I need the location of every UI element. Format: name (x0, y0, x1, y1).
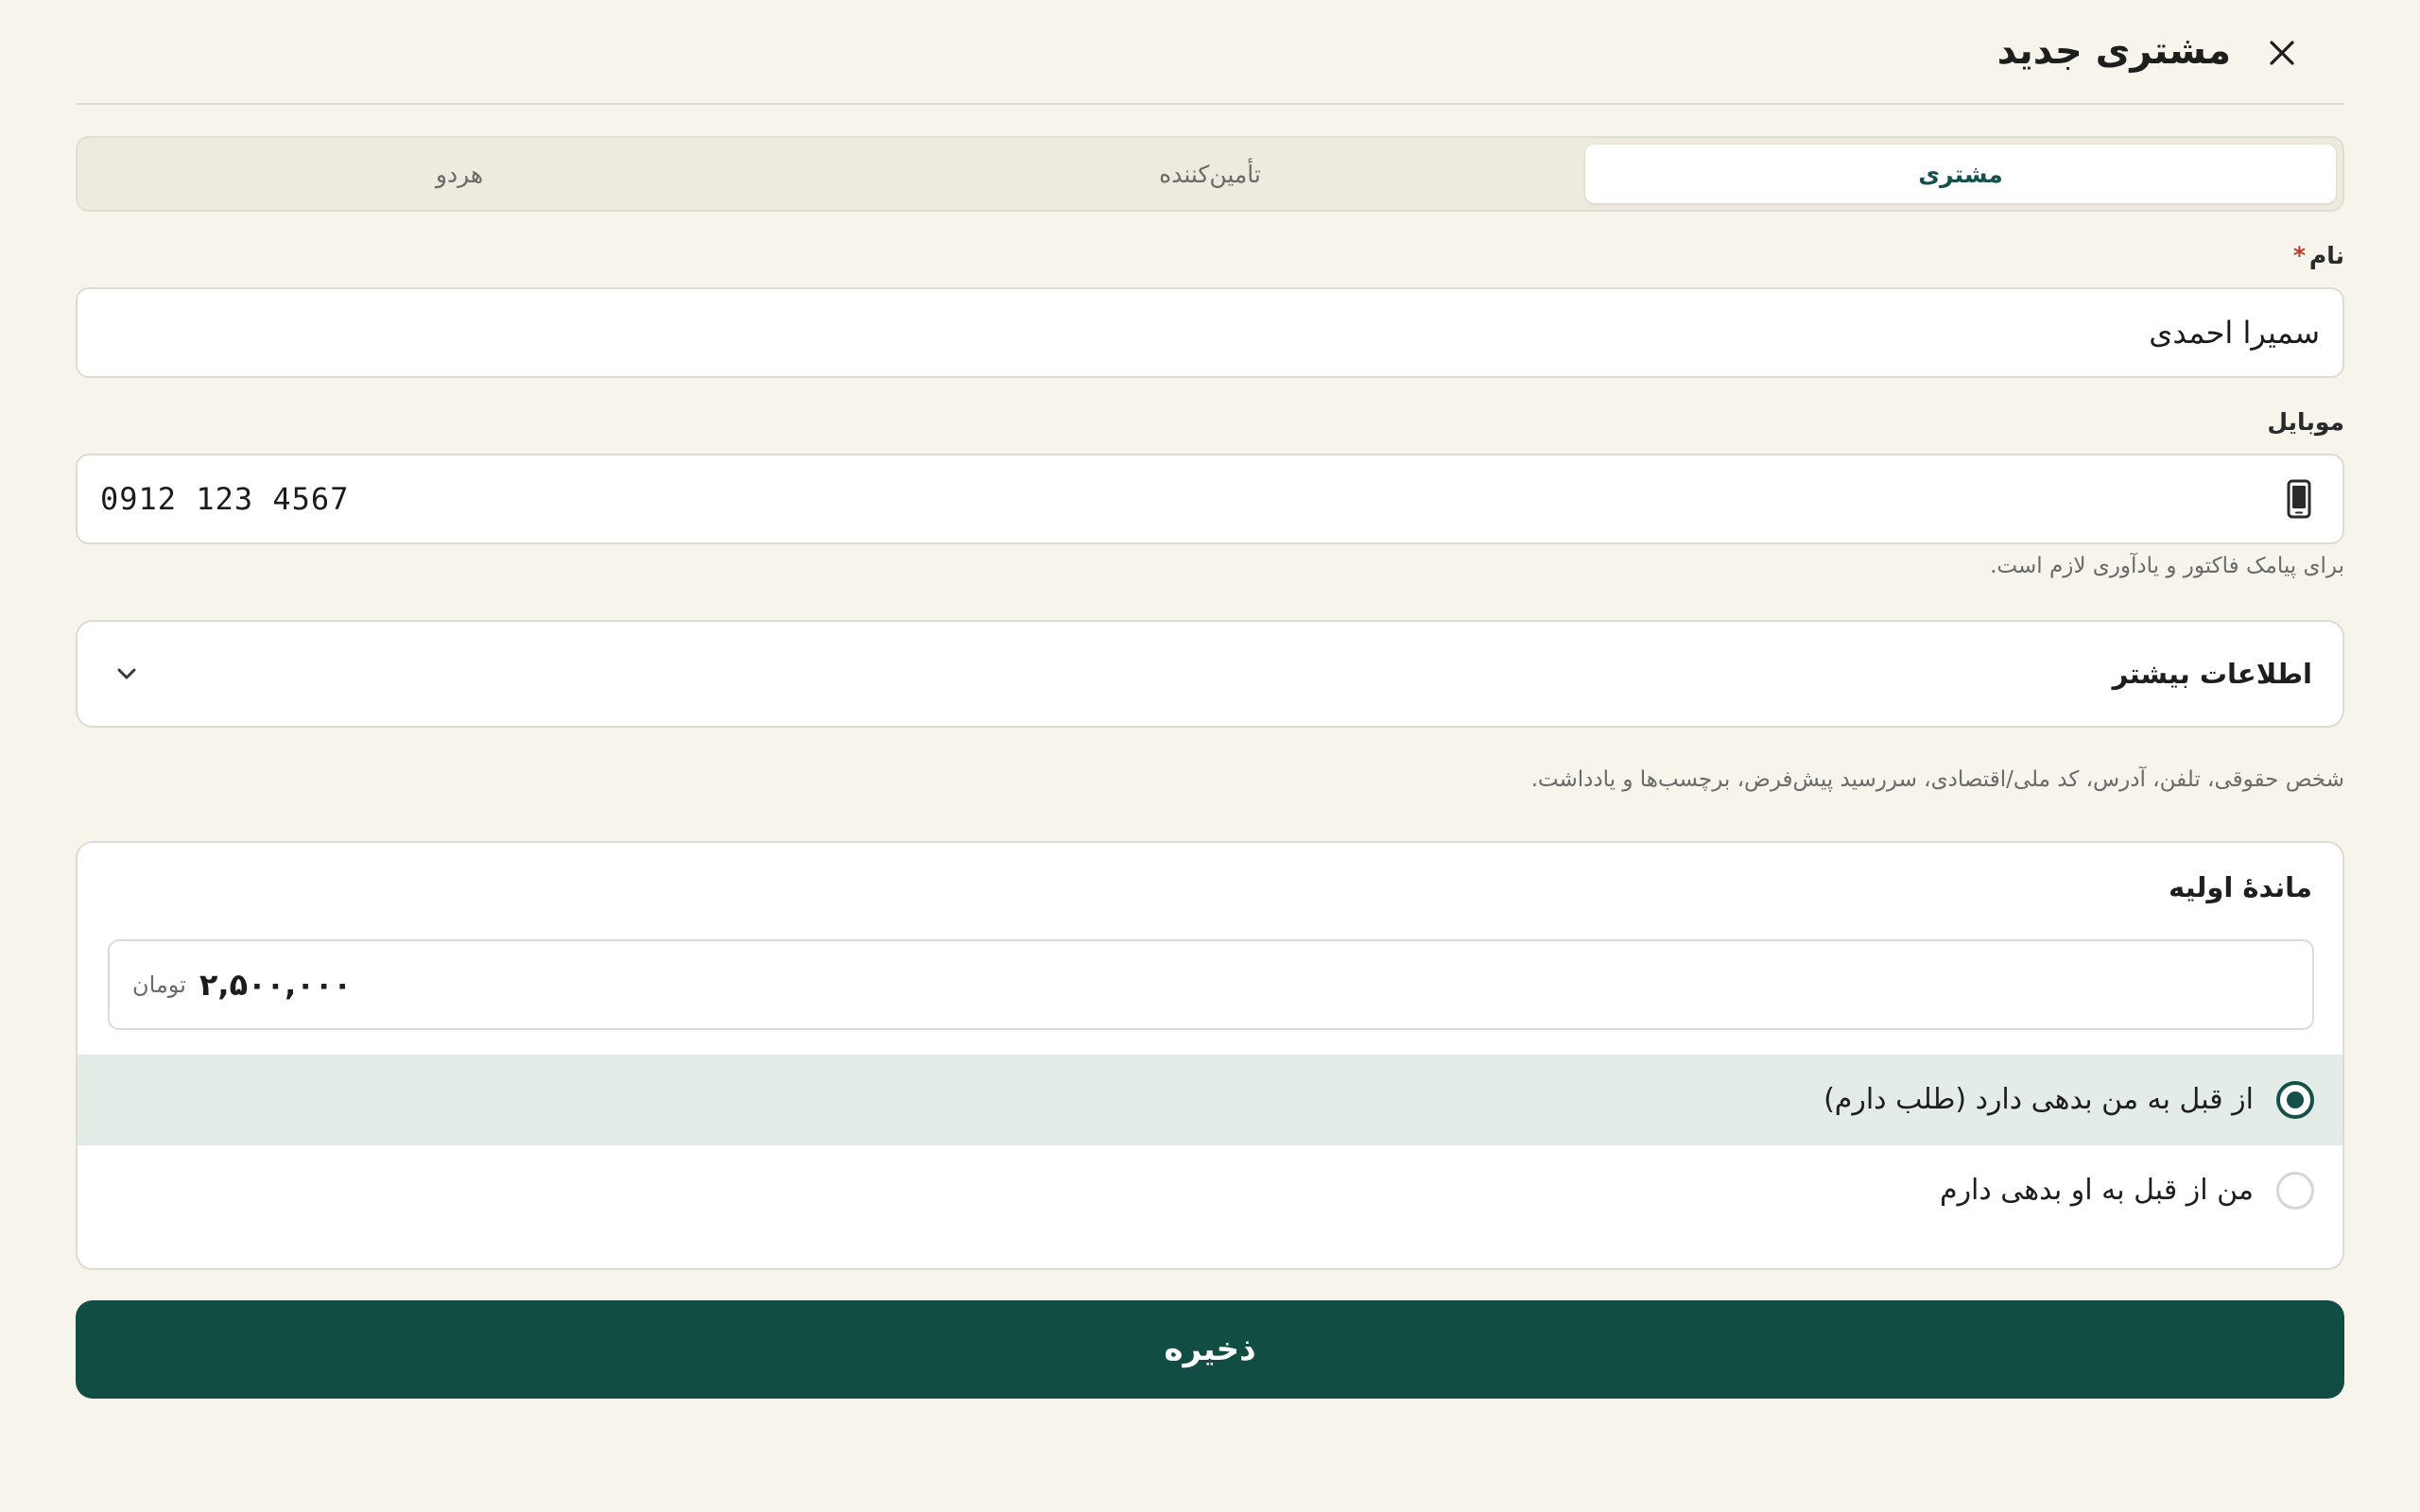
save-button[interactable]: ذخیره (76, 1300, 2344, 1399)
page-title: مشتری جدید (1996, 29, 2231, 73)
name-label-text: نام (2308, 242, 2344, 269)
phone-icon (2287, 479, 2311, 519)
tab-supplier[interactable]: تأمین‌کننده (835, 145, 1585, 203)
mobile-input-value: 0912 123 4567 (100, 481, 350, 517)
name-label: نام* (2293, 242, 2344, 269)
balance-amount-input[interactable]: ۲,۵۰۰,۰۰۰ تومان (108, 939, 2314, 1030)
sheet-header: مشتری جدید (76, 0, 2344, 105)
more-info-hint: شخص حقوقی، تلفن، آدرس، کد ملی/اقتصادی، س… (1530, 767, 2344, 792)
close-icon (2270, 41, 2294, 65)
radio-they-owe-me-label: از قبل به من بدهی دارد (طلب دارم) (1824, 1083, 2254, 1116)
mobile-helper-text: برای پیامک فاکتور و یادآوری لازم است. (1990, 554, 2344, 578)
chevron-down-icon (117, 668, 136, 679)
mobile-label: موبایل (2267, 408, 2344, 436)
party-type-segmented-control: مشتری تأمین‌کننده هردو (76, 136, 2344, 212)
balance-amount-value: ۲,۵۰۰,۰۰۰ (199, 967, 352, 1003)
balance-amount-wrap: ۲,۵۰۰,۰۰۰ تومان (132, 941, 352, 1028)
more-info-title: اطلاعات بیشتر (2112, 658, 2312, 690)
name-input[interactable]: سمیرا احمدی (76, 287, 2344, 378)
new-customer-sheet: مشتری جدید مشتری تأمین‌کننده هردو نام* س… (76, 0, 2344, 1512)
tab-both[interactable]: هردو (84, 145, 835, 203)
currency-label: تومان (132, 971, 186, 998)
mobile-input[interactable]: 0912 123 4567 (76, 454, 2344, 544)
more-info-toggle[interactable]: اطلاعات بیشتر (76, 620, 2344, 728)
required-mark: * (2292, 242, 2306, 269)
radio-they-owe-me[interactable]: از قبل به من بدهی دارد (طلب دارم) (78, 1055, 2342, 1145)
tab-customer[interactable]: مشتری (1585, 145, 2336, 203)
name-input-value: سمیرا احمدی (2149, 315, 2320, 351)
initial-balance-title: ماندهٔ اولیه (2169, 871, 2312, 903)
initial-balance-card: ماندهٔ اولیه ۲,۵۰۰,۰۰۰ تومان از قبل به م… (76, 841, 2344, 1270)
radio-button[interactable] (2276, 1172, 2314, 1210)
close-button[interactable] (2259, 30, 2305, 76)
radio-i-owe-them[interactable]: من از قبل به او بدهی دارم (78, 1145, 2342, 1236)
radio-i-owe-them-label: من از قبل به او بدهی دارم (1940, 1174, 2254, 1207)
radio-button-selected[interactable] (2276, 1081, 2314, 1119)
